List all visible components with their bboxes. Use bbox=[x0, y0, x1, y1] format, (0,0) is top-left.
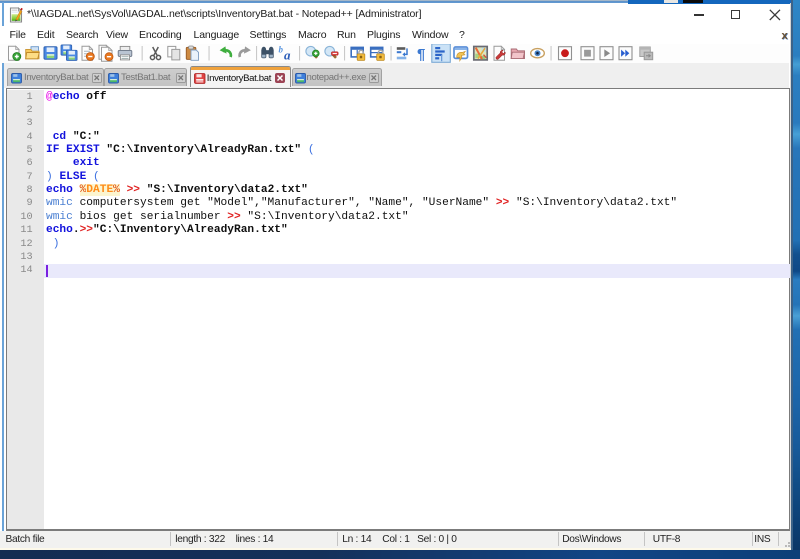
svg-text:b: b bbox=[279, 44, 284, 54]
svg-text:¶: ¶ bbox=[417, 46, 425, 63]
svg-text:a: a bbox=[284, 47, 291, 62]
